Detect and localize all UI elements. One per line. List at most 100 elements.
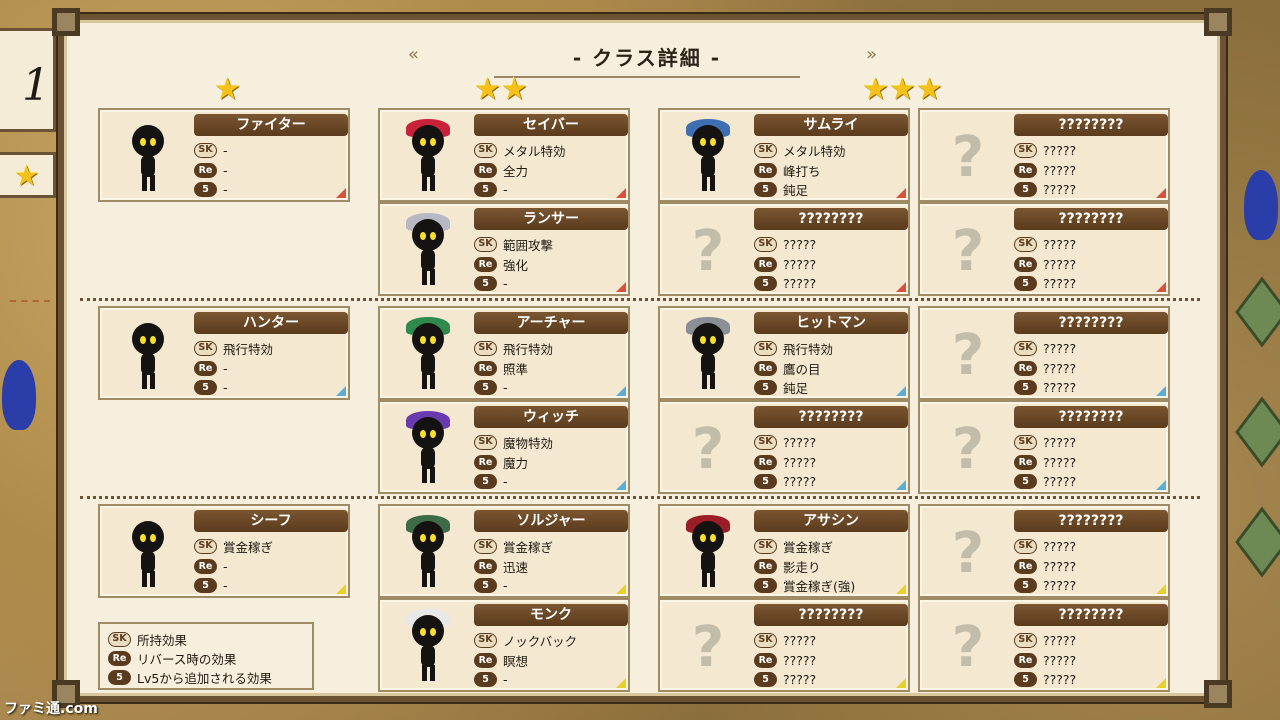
lv5-badge: 5 <box>474 672 497 688</box>
next-page-icon[interactable]: » <box>866 44 877 65</box>
class-card-hitman[interactable]: ヒットマン SK 飛行特効 Re 鷹の目 5 鈍足 <box>658 306 910 400</box>
effect-row-sk: SK メタル特効 <box>754 141 908 161</box>
effect-value: - <box>503 672 508 688</box>
effect-row-re: Re????? <box>1014 161 1168 181</box>
effect-value: - <box>503 182 508 198</box>
class-card-samurai[interactable]: サムライ SK メタル特効 Re 峰打ち 5 鈍足 <box>658 108 910 202</box>
class-card-witch[interactable]: ウィッチ SK 魔物特効 Re 魔力 5- <box>378 400 630 494</box>
class-card-unknown-4[interactable]: ????????? SK????? Re????? 5????? <box>918 306 1170 400</box>
legend-row-sk: SK 所持効果 <box>108 630 304 649</box>
effect-row-sk: SK????? <box>1014 537 1168 557</box>
re-badge: Re <box>474 256 497 272</box>
locked-portrait: ? <box>666 210 750 292</box>
re-badge: Re <box>1014 652 1037 668</box>
sk-badge: SK <box>754 341 777 357</box>
effect-value: 賞金稼ぎ <box>783 540 834 556</box>
class-card-unknown-6[interactable]: ????????? SK????? Re????? 5????? <box>918 400 1170 494</box>
effect-row-re: Re 強化 <box>474 255 628 275</box>
question-mark-icon: ? <box>691 416 725 482</box>
watermark: ファミ通.com <box>4 701 98 717</box>
class-effects: SK????? Re????? 5????? <box>1014 141 1168 200</box>
re-badge: Re <box>754 162 777 178</box>
lv5-badge: 5 <box>754 672 777 688</box>
re-badge: Re <box>194 558 217 574</box>
character-figure <box>398 411 458 487</box>
tier-corner-marker <box>896 282 906 292</box>
question-mark-icon: ? <box>951 520 985 586</box>
class-card-monk[interactable]: モンク SK ノックバック Re 瞑想 5- <box>378 598 630 692</box>
panel-title: - クラス詳細 - <box>572 45 722 70</box>
effect-row-lv5: 5????? <box>1014 576 1168 596</box>
lv5-badge: 5 <box>754 474 777 490</box>
class-card-unknown-5[interactable]: ????????? SK????? Re????? 5????? <box>658 400 910 494</box>
class-card-archer[interactable]: アーチャー SK 飛行特効 Re 照準 5- <box>378 306 630 400</box>
class-effects: SK????? Re????? 5????? <box>754 631 908 690</box>
effect-value: - <box>503 474 508 490</box>
legend-re-text: リバース時の効果 <box>137 652 237 667</box>
tier-corner-marker <box>616 584 626 594</box>
class-card-hunter[interactable]: ハンター SK 飛行特効 Re -5- <box>98 306 350 400</box>
effect-value: ????? <box>783 633 817 649</box>
effect-row-lv5: 5????? <box>754 670 908 690</box>
effect-value: 飛行特効 <box>783 342 834 358</box>
class-card-soldier[interactable]: ソルジャー SK 賞金稼ぎ Re 迅速 5- <box>378 504 630 598</box>
sk-badge: SK <box>1014 435 1037 451</box>
class-name: ランサー <box>474 208 628 230</box>
question-mark-icon: ? <box>951 614 985 680</box>
effect-row-re: Re????? <box>1014 453 1168 473</box>
effect-value: 賞金稼ぎ <box>503 540 554 556</box>
legend-row-re: Re リバース時の効果 <box>108 649 304 668</box>
class-card-thief[interactable]: シーフ SK 賞金稼ぎ Re -5- <box>98 504 350 598</box>
row-separator <box>80 298 1200 301</box>
effect-value: - <box>223 182 228 198</box>
class-effects: SK????? Re????? 5????? <box>1014 235 1168 294</box>
sk-badge: SK <box>474 341 497 357</box>
tier-corner-marker <box>896 386 906 396</box>
effect-value: 魔力 <box>503 455 529 471</box>
effect-row-re: Re - <box>194 557 348 577</box>
class-card-unknown-9[interactable]: ????????? SK????? Re????? 5????? <box>918 598 1170 692</box>
effect-row-lv5: 5- <box>474 378 628 398</box>
effect-value: - <box>223 143 228 159</box>
effect-value: ????? <box>1043 162 1077 178</box>
class-name: ヒットマン <box>754 312 908 334</box>
class-card-unknown-8[interactable]: ????????? SK????? Re????? 5????? <box>658 598 910 692</box>
class-card-unknown-7[interactable]: ????????? SK????? Re????? 5????? <box>918 504 1170 598</box>
tier-corner-marker <box>1156 386 1166 396</box>
sk-badge: SK <box>754 435 777 451</box>
effect-row-lv5: 5- <box>474 576 628 596</box>
class-card-fighter[interactable]: ファイター SK - Re -5- <box>98 108 350 202</box>
tier-corner-marker <box>1156 678 1166 688</box>
effect-value: 賞金稼ぎ(強) <box>783 579 856 595</box>
class-effects: SK 飛行特効 Re 鷹の目 5 鈍足 <box>754 339 908 398</box>
effect-value: 迅速 <box>503 559 529 575</box>
effect-row-lv5: 5????? <box>754 274 908 294</box>
effect-row-re: Re - <box>194 359 348 379</box>
tier-corner-marker <box>616 386 626 396</box>
effect-row-lv5: 5 鈍足 <box>754 180 908 200</box>
class-card-unknown-1[interactable]: ????????? SK????? Re????? 5????? <box>918 108 1170 202</box>
class-name: ウィッチ <box>474 406 628 428</box>
effect-row-sk: SK 賞金稼ぎ <box>194 537 348 557</box>
class-portrait <box>386 116 470 198</box>
character-figure <box>398 213 458 289</box>
class-card-lancer[interactable]: ランサー SK 範囲攻撃 Re 強化 5- <box>378 202 630 296</box>
effect-value: 賞金稼ぎ <box>223 540 274 556</box>
class-card-saber[interactable]: セイバー SK メタル特効 Re 全力 5- <box>378 108 630 202</box>
effect-value: 鈍足 <box>783 183 809 199</box>
legend: SK 所持効果 Re リバース時の効果 5 Lv5から追加される効果 <box>98 622 314 690</box>
effect-row-re: Re 鷹の目 <box>754 359 908 379</box>
effect-row-lv5: 5????? <box>1014 472 1168 492</box>
effect-value: ????? <box>1043 558 1077 574</box>
character-figure <box>398 515 458 591</box>
class-card-unknown-3[interactable]: ????????? SK????? Re????? 5????? <box>918 202 1170 296</box>
class-card-unknown-2[interactable]: ????????? SK????? Re????? 5????? <box>658 202 910 296</box>
class-card-assassin[interactable]: アサシン SK 賞金稼ぎ Re 影走り 5 賞金稼ぎ(強) <box>658 504 910 598</box>
question-mark-icon: ? <box>951 218 985 284</box>
effect-value: ????? <box>1043 633 1077 649</box>
effect-row-re: Re????? <box>754 453 908 473</box>
class-name: ハンター <box>194 312 348 334</box>
effect-value: ????? <box>1043 237 1077 253</box>
side-star-box[interactable]: ★ <box>0 152 56 198</box>
re-badge: Re <box>194 162 217 178</box>
